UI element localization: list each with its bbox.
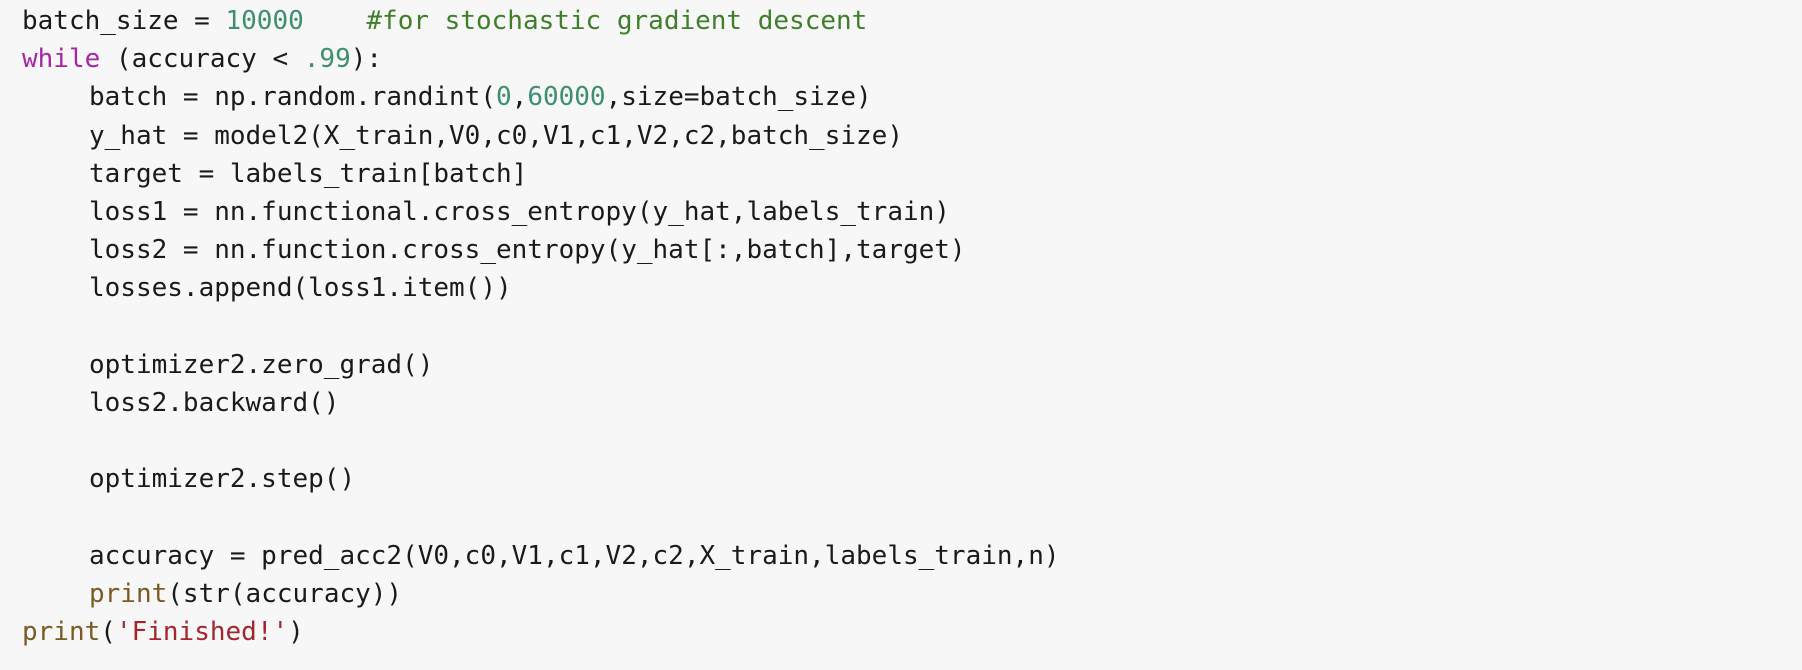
code-token-plain: y_hat = model2(X_train,V0,c0,V1,c1,V2,c2… bbox=[89, 120, 903, 151]
code-token-plain: ) bbox=[288, 617, 304, 647]
code-line: losses.append(loss1.item()) bbox=[22, 269, 1802, 307]
code-token-num: .99 bbox=[303, 44, 351, 75]
code-token-plain: accuracy = pred_acc2(V0,c0,V1,c1,V2,c2,X… bbox=[89, 540, 1060, 571]
code-token-plain: batch_size = bbox=[22, 6, 226, 36]
code-line: y_hat = model2(X_train,V0,c0,V1,c1,V2,c2… bbox=[22, 117, 1802, 155]
code-token-plain: loss2.backward() bbox=[89, 387, 340, 418]
code-line: optimizer2.step() bbox=[22, 460, 1802, 498]
code-line: print('Finished!') bbox=[22, 613, 1802, 651]
code-line: loss2.backward() bbox=[22, 384, 1802, 422]
code-line: batch = np.random.randint(0,60000,size=b… bbox=[22, 78, 1802, 116]
code-token-plain: batch = np.random.randint( bbox=[89, 82, 496, 113]
code-token-kw: while bbox=[22, 44, 101, 75]
code-line: target = labels_train[batch] bbox=[22, 155, 1802, 193]
code-token-plain: , bbox=[511, 82, 528, 113]
code-token-plain: loss1 = nn.functional.cross_entropy(y_ha… bbox=[89, 196, 950, 227]
code-line: batch_size = 10000 #for stochastic gradi… bbox=[22, 2, 1802, 40]
code-token-plain: ( bbox=[100, 617, 116, 647]
code-token-plain: (accuracy < bbox=[100, 44, 304, 75]
code-token-plain: optimizer2.step() bbox=[89, 464, 356, 495]
code-token-builtin: print bbox=[89, 578, 168, 609]
code-block[interactable]: batch_size = 10000 #for stochastic gradi… bbox=[22, 2, 1802, 651]
code-token-plain: ,size=batch_size) bbox=[605, 82, 872, 113]
code-token-num: 0 bbox=[496, 82, 512, 113]
code-token-plain: (str(accuracy)) bbox=[167, 578, 403, 609]
code-token-str: 'Finished!' bbox=[115, 617, 289, 647]
code-line: print(str(accuracy)) bbox=[22, 575, 1802, 613]
code-token-plain: ): bbox=[350, 44, 383, 75]
code-token-plain: loss2 = nn.function.cross_entropy(y_hat[… bbox=[89, 235, 966, 266]
code-line: while (accuracy < .99): bbox=[22, 40, 1802, 78]
code-line: loss1 = nn.functional.cross_entropy(y_ha… bbox=[22, 193, 1802, 231]
code-token-num: 60000 bbox=[527, 82, 606, 113]
code-token-comment: #for stochastic gradient descent bbox=[366, 6, 868, 36]
code-token-plain: optimizer2.zero_grad() bbox=[89, 349, 434, 380]
code-line: loss2 = nn.function.cross_entropy(y_hat[… bbox=[22, 231, 1802, 269]
code-token-builtin: print bbox=[22, 617, 101, 647]
code-line: optimizer2.zero_grad() bbox=[22, 346, 1802, 384]
code-token-plain: target = labels_train[batch] bbox=[89, 158, 528, 189]
code-token-num: 10000 bbox=[225, 6, 304, 36]
code-line: accuracy = pred_acc2(V0,c0,V1,c1,V2,c2,X… bbox=[22, 537, 1802, 575]
code-token-plain: losses.append(loss1.item()) bbox=[89, 273, 512, 304]
code-cell[interactable]: batch_size = 10000 #for stochastic gradi… bbox=[0, 0, 1802, 670]
